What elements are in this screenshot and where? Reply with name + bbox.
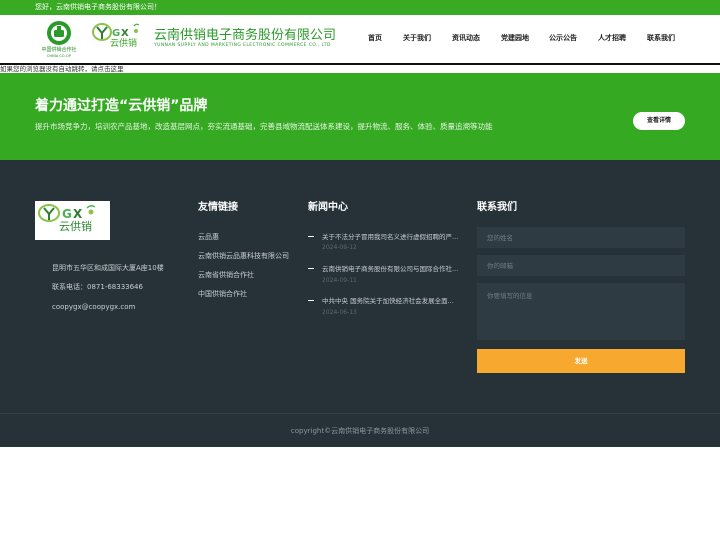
friend-link-yunpinhui[interactable]: 云品惠 [198,233,219,242]
svg-text:G: G [62,207,72,221]
friend-link-yunpinhui-tech[interactable]: 云南供销云品惠科技有限公司 [198,252,289,261]
site-header: 中国供销合作社 CHINA CO-OP G X 云供销 云南供销电子商务股份有限… [0,15,720,64]
news-item-date: 2024-09-12 [322,244,357,251]
news-bullet [308,236,314,237]
nav-careers[interactable]: 人才招聘 [598,34,626,43]
address-text: 昆明市五华区和成国际大厦A座10楼 [52,264,164,272]
redirect-link[interactable]: 如果您的浏览器没有自动跳转，请点击这里 [0,65,124,73]
email-text: coopygx@coopygx.com [52,303,136,311]
ygx-logo[interactable]: G X 云供销 [92,22,148,56]
footer-logo[interactable]: G X 云供销 [35,201,110,240]
email-field[interactable] [477,255,685,276]
svg-text:X: X [73,207,83,221]
nav-about[interactable]: 关于我们 [403,34,431,43]
company-name-en: YUNNAN SUPPLY AND MARKETING ELECTRONIC C… [154,43,331,48]
greeting-text: 您好，云南供销电子商务股份有限公司！ [35,3,161,11]
company-name-cn: 云南供销电子商务股份有限公司 [154,28,337,43]
nav-party-building[interactable]: 党建园地 [501,34,529,43]
phone-text: 联系电话：0871-68333646 [52,283,143,291]
news-bullet [308,300,314,301]
nav-announcements[interactable]: 公示公告 [549,34,577,43]
friend-link-yunnan-coop[interactable]: 云南省供销合作社 [198,271,254,280]
news-bullet [308,268,314,269]
copyright-text: copyright©云南供销电子商务股份有限公司 [290,427,430,435]
svg-text:G: G [112,28,120,39]
promo-banner: 着力通过打造“云供销”品牌 提升市场竞争力，培训农产品基地，改造基层网点，夯实流… [0,73,720,160]
nav-contact[interactable]: 联系我们 [647,34,675,43]
top-bar: 您好，云南供销电子商务股份有限公司！ [0,0,720,15]
news-item-date: 2024-06-13 [322,309,357,316]
friend-link-china-coop[interactable]: 中国供销合作社 [198,290,247,299]
links-heading: 友情链接 [198,202,238,213]
name-field[interactable] [477,227,685,248]
contact-heading: 联系我们 [477,202,517,213]
news-item-title[interactable]: 关于不法分子冒用我司名义进行虚假招聘的严... [322,233,458,241]
send-button[interactable]: 发送 [477,349,685,373]
nav-news[interactable]: 资讯动态 [452,34,480,43]
news-item-date: 2024-09-11 [322,277,357,284]
site-footer: G X 云供销 昆明市五华区和成国际大厦A座10楼 联系电话：0871-6833… [0,160,720,413]
banner-subtitle: 提升市场竞争力，培训农产品基地，改造基层网点，夯实流通基础，完善县域物流配送体系… [35,122,493,131]
nav-home[interactable]: 首页 [368,34,382,43]
banner-title: 着力通过打造“云供销”品牌 [35,98,208,114]
china-coop-logo[interactable]: 中国供销合作社 CHINA CO-OP [36,20,82,60]
news-item-title[interactable]: 云南供销电子商务股份有限公司与国际合作社... [322,265,458,273]
message-field[interactable] [477,283,685,340]
coop-logo-en: CHINA CO-OP [47,54,71,58]
svg-text:X: X [121,28,129,39]
copyright-bar: copyright©云南供销电子商务股份有限公司 [0,413,720,447]
coop-logo-cn: 中国供销合作社 [41,47,77,53]
view-details-button[interactable]: 查看详情 [633,112,685,130]
coop-emblem-icon [47,21,71,45]
news-heading: 新闻中心 [308,202,348,213]
footer-brand-text: 云供销 [59,220,92,233]
ygx-brand-text: 云供销 [110,39,138,49]
news-item-title[interactable]: 中共中央 国务院关于加快经济社会发展全面... [322,297,454,305]
